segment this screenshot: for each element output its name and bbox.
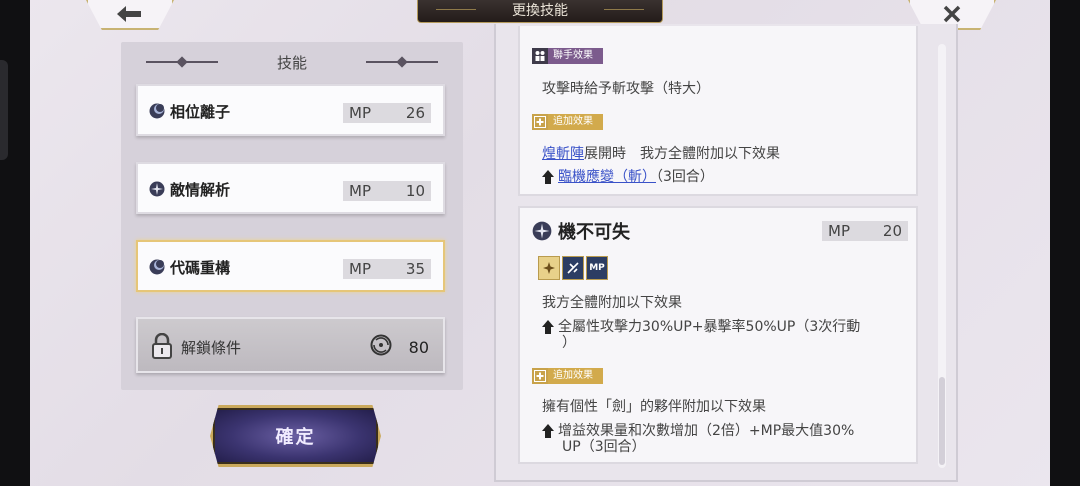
- close-x-icon: [943, 5, 961, 23]
- gold-star-icon: [538, 256, 560, 280]
- status-link[interactable]: 臨機應變（斬）: [558, 169, 656, 185]
- window-title: 更換技能: [417, 0, 663, 23]
- extra-tag-label: 追加效果: [548, 368, 603, 384]
- extra-effect-line-1: 煌斬陣展開時 我方全體附加以下效果: [542, 143, 780, 163]
- plus-icon: [532, 368, 548, 384]
- effect-line-a: 全屬性攻擊力30%UP+暴擊率50%UP（3次行動: [542, 316, 860, 336]
- mp-value: 26: [405, 104, 425, 122]
- mp-value: 10: [405, 182, 425, 200]
- extra-tag-label: 追加效果: [548, 114, 603, 130]
- assist-tag-label: 聯手效果: [548, 48, 603, 64]
- mp-label: MP: [349, 260, 371, 278]
- mp-badge: MP 26: [343, 103, 431, 123]
- title-ornament-left: [436, 9, 476, 10]
- skill-card-2[interactable]: 代碼重構 MP 35: [136, 240, 445, 292]
- skill-list-panel: 技能 相位離子 MP 26 敵情解析 MP 10 代碼重構 MP 35 解鎖條件…: [121, 42, 463, 390]
- extra-effect-line-1-rest: 展開時 我方全體附加以下效果: [584, 146, 780, 162]
- extra-header: 擁有個性「劍」的夥伴附加以下效果: [542, 399, 766, 415]
- buff-up-arrow-icon: [542, 320, 554, 334]
- detail-card-skill: 機不可失 MP 20 MP 我方全體附加以下效果 全屬性攻擊力30%UP+暴擊率…: [518, 206, 918, 464]
- assist-people-icon: [532, 48, 548, 64]
- detail-scrollbar[interactable]: [938, 44, 946, 468]
- skill-card-1[interactable]: 敵情解析 MP 10: [136, 162, 445, 214]
- skill-detail-title: 機不可失: [558, 222, 630, 243]
- confirm-label: 確定: [275, 427, 316, 448]
- extra-effect-line-2-rest: （3回合）: [656, 169, 714, 185]
- assist-effect-text: 攻擊時給予斬攻擊（特大）: [542, 81, 710, 97]
- back-button[interactable]: [86, 0, 174, 30]
- spiral-icon: [370, 334, 392, 356]
- detail-card-previous: 聯手效果 攻擊時給予斬攻擊（特大） 追加效果 煌斬陣展開時 我方全體附加以下效果…: [518, 26, 918, 196]
- buff-up-arrow-icon: [542, 170, 554, 184]
- skill-name: 代碼重構: [170, 259, 231, 277]
- moon-orb-icon: [149, 103, 165, 119]
- header-diamond-left: [176, 56, 188, 68]
- extra-line-b: UP（3回合）: [562, 439, 646, 455]
- mp-value: 20: [882, 222, 902, 240]
- right-frame-strip: [1050, 0, 1080, 486]
- plus-icon: [532, 114, 548, 130]
- mp-value: 35: [405, 260, 425, 278]
- panel-header-title: 技能: [276, 54, 307, 72]
- back-arrow-icon: [117, 6, 141, 22]
- effect-header: 我方全體附加以下效果: [542, 295, 682, 311]
- extra-effect-tag: 追加效果: [532, 368, 603, 384]
- effect-line-b: ）: [562, 335, 576, 351]
- scrollbar-thumb[interactable]: [939, 377, 945, 465]
- skill-detail-mp-badge: MP 20: [822, 221, 908, 241]
- unlock-value: 80: [408, 338, 429, 357]
- window-title-text: 更換技能: [512, 3, 568, 19]
- extra-effect-tag: 追加效果: [532, 114, 603, 130]
- skill-type-icons: MP: [538, 256, 608, 280]
- mp-label: MP: [828, 222, 850, 240]
- header-ornament-right: [366, 61, 438, 63]
- mp-badge: MP 35: [343, 259, 431, 279]
- blade-icon: [562, 256, 584, 280]
- extra-effect-line-2: 臨機應變（斬）（3回合）: [542, 166, 714, 186]
- title-ornament-right: [604, 9, 644, 10]
- formation-link[interactable]: 煌斬陣: [542, 146, 584, 162]
- skill-name: 相位離子: [170, 103, 231, 121]
- moon-orb-icon: [149, 259, 165, 275]
- unlock-label: 解鎖條件: [181, 339, 242, 357]
- unlock-condition-card[interactable]: 解鎖條件 80: [136, 317, 445, 373]
- panel-header: 技能: [121, 52, 463, 72]
- mp-badge: MP 10: [343, 181, 431, 201]
- compass-star-icon: [532, 221, 552, 241]
- mp-label: MP: [349, 182, 371, 200]
- buff-up-arrow-icon: [542, 424, 554, 438]
- assist-effect-tag: 聯手效果: [532, 48, 603, 64]
- confirm-button[interactable]: 確定: [210, 405, 381, 467]
- compass-star-icon: [149, 181, 165, 197]
- mp-up-icon: MP: [586, 256, 608, 280]
- lock-icon: [152, 333, 172, 359]
- skill-name: 敵情解析: [170, 181, 231, 199]
- skill-card-0[interactable]: 相位離子 MP 26: [136, 84, 445, 136]
- mp-label: MP: [349, 104, 371, 122]
- device-notch: [0, 60, 8, 160]
